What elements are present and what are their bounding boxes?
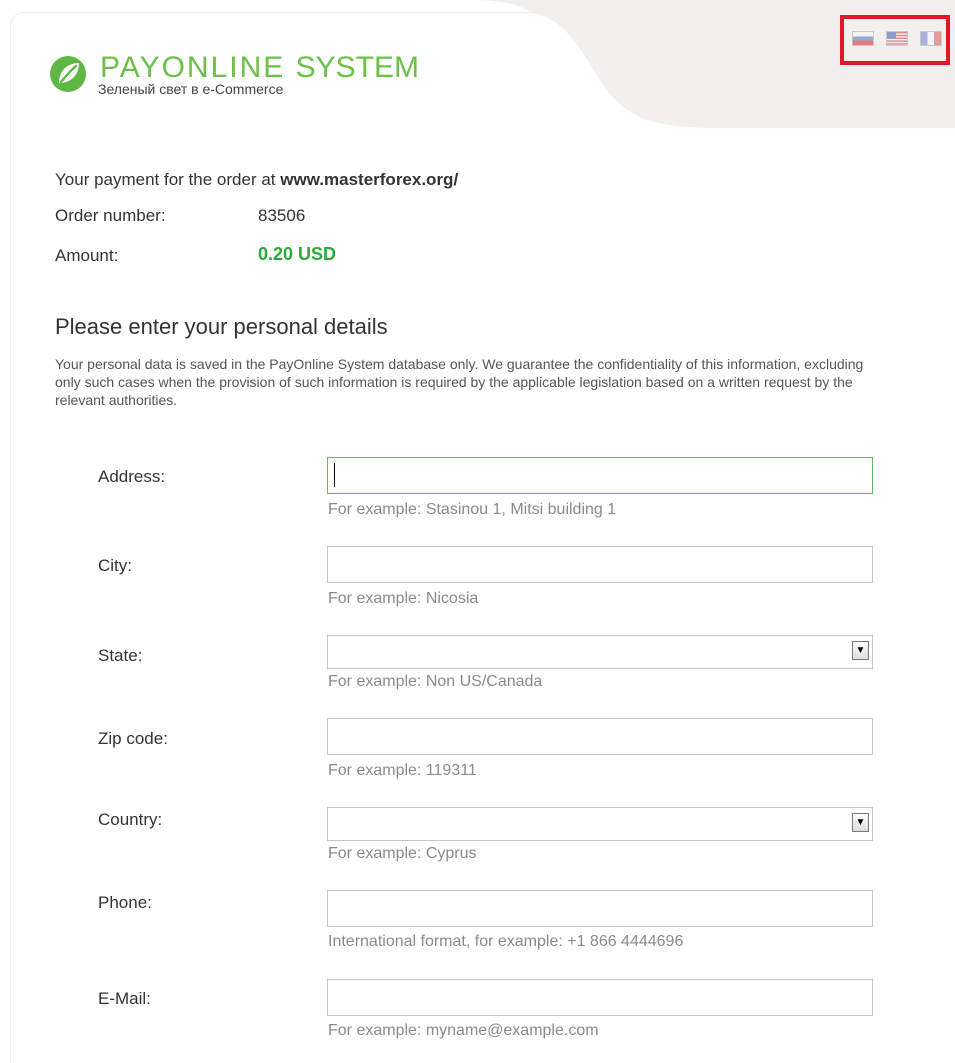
- chevron-down-icon[interactable]: ▼: [852, 813, 869, 832]
- language-selector: [840, 15, 950, 65]
- state-hint: For example: Non US/Canada: [328, 673, 543, 690]
- fr-flag-icon[interactable]: [920, 31, 942, 46]
- zip-input[interactable]: [327, 718, 873, 755]
- amount-label: Amount:: [55, 246, 119, 265]
- address-label: Address:: [98, 467, 166, 486]
- state-select[interactable]: ▼: [327, 635, 873, 669]
- email-input[interactable]: [327, 979, 873, 1016]
- country-hint: For example: Cyprus: [328, 845, 477, 862]
- logo-system: SYSTEM: [295, 51, 419, 84]
- logo-brand: PAYONLINE: [100, 51, 286, 84]
- city-label: City:: [98, 556, 132, 575]
- ru-flag-icon[interactable]: [852, 31, 874, 46]
- zip-hint: For example: 119311: [328, 762, 477, 779]
- privacy-note: Your personal data is saved in the PayOn…: [55, 356, 864, 408]
- city-hint: For example: Nicosia: [328, 590, 479, 607]
- email-hint: For example: myname@example.com: [328, 1022, 599, 1039]
- phone-hint: International format, for example: +1 86…: [328, 933, 684, 950]
- city-input[interactable]: [327, 546, 873, 583]
- email-label: E-Mail:: [98, 989, 151, 1008]
- text-cursor: [334, 463, 335, 487]
- leaf-logo-icon: [50, 56, 86, 92]
- phone-label: Phone:: [98, 893, 152, 912]
- zip-label: Zip code:: [98, 729, 168, 748]
- payment-description: Your payment for the order at www.master…: [55, 170, 458, 190]
- section-title: Please enter your personal details: [55, 314, 388, 339]
- order-number-label: Order number:: [55, 206, 166, 225]
- order-number-value: 83506: [258, 206, 306, 225]
- amount-value: 0.20 USD: [258, 244, 337, 264]
- country-select[interactable]: ▼: [327, 807, 873, 841]
- address-hint: For example: Stasinou 1, Mitsi building …: [328, 501, 617, 518]
- us-flag-icon[interactable]: [886, 31, 908, 46]
- merchant-name: www.masterforex.org/: [280, 170, 459, 189]
- chevron-down-icon[interactable]: ▼: [852, 641, 869, 660]
- phone-input[interactable]: [327, 890, 873, 927]
- payment-prefix: Your payment for the order at: [55, 170, 276, 189]
- payonline-logo: PAYONLINE SYSTEM Зеленый свет в e-Commer…: [48, 50, 488, 102]
- country-label: Country:: [98, 810, 163, 829]
- payment-page: PAYONLINE SYSTEM Зеленый свет в e-Commer…: [0, 0, 955, 1063]
- logo-tagline: Зеленый свет в e-Commerce: [98, 81, 284, 97]
- state-label: State:: [98, 646, 143, 665]
- address-input[interactable]: [327, 457, 873, 494]
